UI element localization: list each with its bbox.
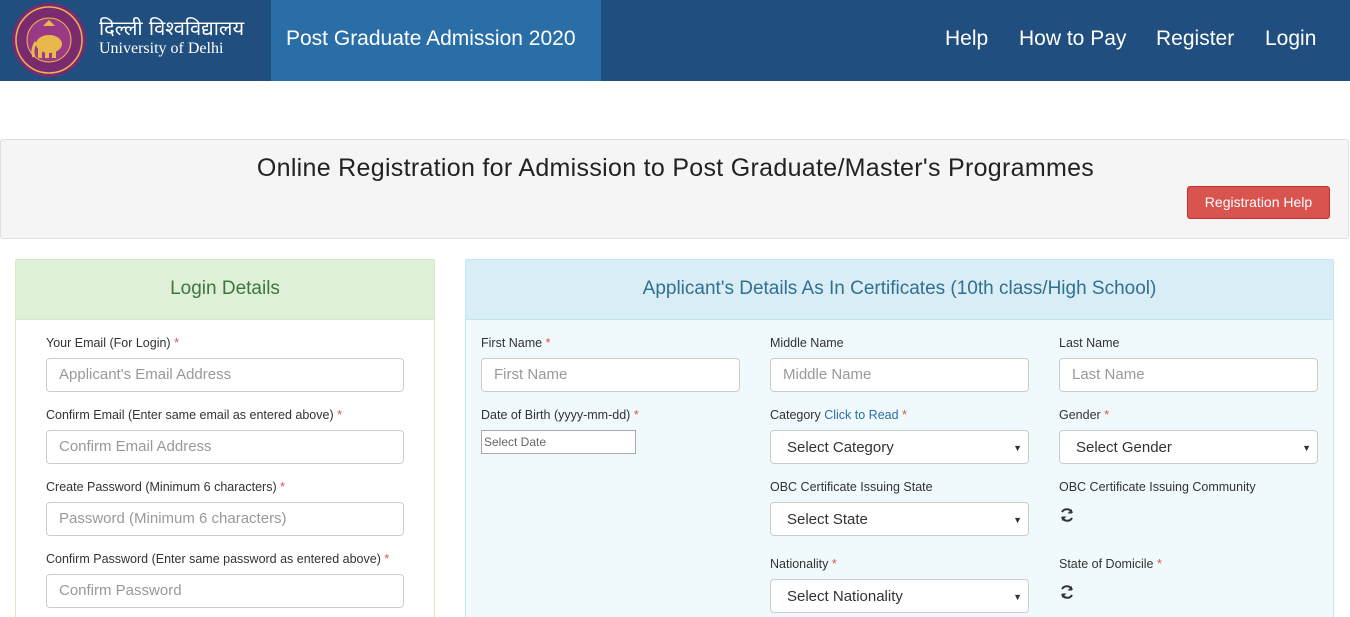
gender-select[interactable]: Select Gender ▼ xyxy=(1059,430,1318,464)
category-select[interactable]: Select Category ▼ xyxy=(770,430,1029,464)
chevron-down-icon: ▼ xyxy=(1013,592,1022,602)
chevron-down-icon: ▼ xyxy=(1302,443,1311,453)
last-name-label: Last Name xyxy=(1059,336,1120,350)
middle-name-input[interactable]: Middle Name xyxy=(770,358,1029,392)
last-name-input[interactable]: Last Name xyxy=(1059,358,1318,392)
category-label: Category Click to Read * xyxy=(770,408,907,422)
nav-help[interactable]: Help xyxy=(945,0,988,81)
gender-label: Gender * xyxy=(1059,408,1110,422)
obc-state-select[interactable]: Select State ▼ xyxy=(770,502,1029,536)
applicant-details-panel: Applicant's Details As In Certificates (… xyxy=(465,259,1334,617)
password-input[interactable]: Password (Minimum 6 characters) xyxy=(46,502,404,536)
top-navbar: दिल्ली विश्वविद्यालय University of Delhi… xyxy=(0,0,1350,81)
category-info-link[interactable]: Click to Read xyxy=(824,408,898,422)
applicant-details-heading: Applicant's Details As In Certificates (… xyxy=(466,260,1333,320)
email-input[interactable]: Applicant's Email Address xyxy=(46,358,404,392)
first-name-input[interactable]: First Name xyxy=(481,358,740,392)
loading-refresh-icon xyxy=(1061,585,1073,599)
confirm-email-label: Confirm Email (Enter same email as enter… xyxy=(46,408,342,422)
dob-label: Date of Birth (yyyy-mm-dd) * xyxy=(481,408,639,422)
admission-title-tab[interactable]: Post Graduate Admission 2020 xyxy=(271,0,601,81)
confirm-password-label: Confirm Password (Enter same password as… xyxy=(46,552,390,566)
loading-refresh-icon xyxy=(1061,508,1073,522)
nationality-select[interactable]: Select Nationality ▼ xyxy=(770,579,1029,613)
email-label: Your Email (For Login) * xyxy=(46,336,179,350)
nationality-label: Nationality * xyxy=(770,557,837,571)
chevron-down-icon: ▼ xyxy=(1013,443,1022,453)
brand[interactable]: दिल्ली विश्वविद्यालय University of Delhi xyxy=(0,0,271,81)
confirm-email-input[interactable]: Confirm Email Address xyxy=(46,430,404,464)
first-name-label: First Name * xyxy=(481,336,551,350)
page-title: Online Registration for Admission to Pos… xyxy=(256,154,1095,182)
nav-how-to-pay[interactable]: How to Pay xyxy=(1019,0,1126,81)
domicile-label: State of Domicile * xyxy=(1059,557,1162,571)
brand-hindi-name: दिल्ली विश्वविद्यालय xyxy=(99,16,245,40)
dob-input[interactable]: Select Date xyxy=(481,430,636,454)
nav-register[interactable]: Register xyxy=(1156,0,1234,81)
nav-login[interactable]: Login xyxy=(1265,0,1316,81)
university-seal-icon xyxy=(12,3,86,77)
registration-help-button[interactable]: Registration Help xyxy=(1187,186,1330,219)
obc-state-label: OBC Certificate Issuing State xyxy=(770,480,933,494)
login-details-panel: Login Details Your Email (For Login) * A… xyxy=(15,259,435,617)
chevron-down-icon: ▼ xyxy=(1013,515,1022,525)
confirm-password-input[interactable]: Confirm Password xyxy=(46,574,404,608)
brand-english-name: University of Delhi xyxy=(99,40,224,57)
password-label: Create Password (Minimum 6 characters) * xyxy=(46,480,285,494)
middle-name-label: Middle Name xyxy=(770,336,844,350)
login-details-heading: Login Details xyxy=(16,260,434,320)
obc-community-label: OBC Certificate Issuing Community xyxy=(1059,480,1256,494)
registration-banner: Online Registration for Admission to Pos… xyxy=(0,139,1349,239)
